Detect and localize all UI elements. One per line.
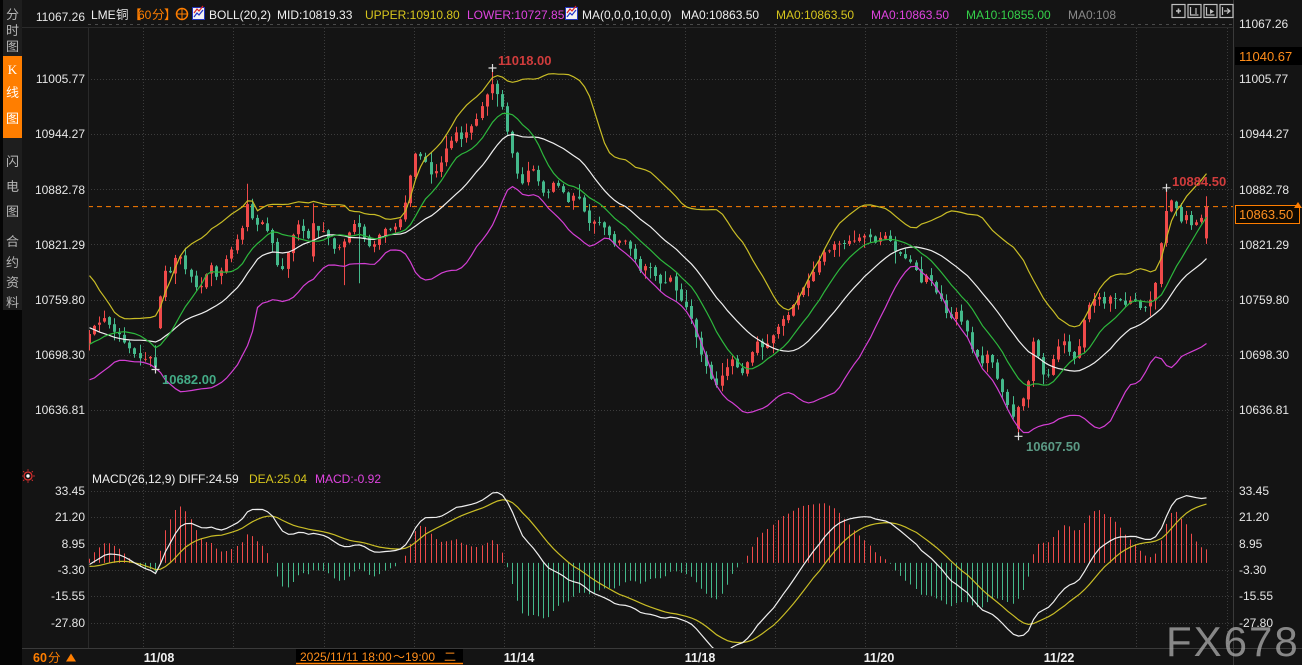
- svg-text:MID:10819.33: MID:10819.33: [277, 8, 353, 22]
- svg-text:LOWER:10727.85: LOWER:10727.85: [467, 8, 565, 22]
- svg-text:33.45: 33.45: [55, 484, 85, 498]
- svg-text:10884.50: 10884.50: [1172, 174, 1226, 189]
- svg-text:11067.26: 11067.26: [1239, 17, 1288, 31]
- svg-text:8.95: 8.95: [1239, 537, 1263, 551]
- svg-text:60: 60: [138, 8, 152, 22]
- svg-text:60: 60: [33, 651, 47, 665]
- svg-text:11018.00: 11018.00: [498, 53, 552, 68]
- svg-text:UPPER:10910.80: UPPER:10910.80: [365, 8, 460, 22]
- svg-text:K: K: [8, 62, 18, 77]
- svg-text:19:00: 19:00: [405, 650, 435, 664]
- svg-text:MACD(26,12,9) DIFF:24.59: MACD(26,12,9) DIFF:24.59: [92, 472, 239, 486]
- svg-text:11005.77: 11005.77: [1239, 72, 1288, 86]
- svg-text:21.20: 21.20: [55, 510, 85, 524]
- svg-text:11040.67: 11040.67: [1239, 49, 1292, 64]
- svg-text:FX678: FX678: [1166, 618, 1300, 665]
- svg-text:10863.50: 10863.50: [1239, 207, 1293, 222]
- svg-text:11/22: 11/22: [1044, 651, 1075, 665]
- svg-text:10698.30: 10698.30: [35, 348, 85, 362]
- svg-text:10698.30: 10698.30: [1239, 348, 1289, 362]
- svg-text:11/08: 11/08: [144, 651, 175, 665]
- svg-text:10821.29: 10821.29: [1239, 238, 1289, 252]
- svg-text:2025/11/11 18:00: 2025/11/11 18:00: [300, 650, 392, 664]
- svg-text:10682.00: 10682.00: [162, 372, 216, 387]
- svg-text:-3.30: -3.30: [1239, 563, 1267, 577]
- svg-text:-15.55: -15.55: [51, 589, 85, 603]
- svg-text:10944.27: 10944.27: [35, 127, 85, 141]
- svg-text:11/14: 11/14: [504, 651, 535, 665]
- svg-text:-3.30: -3.30: [58, 563, 86, 577]
- svg-text:10759.80: 10759.80: [35, 293, 85, 307]
- svg-text:10636.81: 10636.81: [35, 403, 85, 417]
- svg-text:33.45: 33.45: [1239, 484, 1269, 498]
- svg-text:21.20: 21.20: [1239, 510, 1269, 524]
- svg-text:11005.77: 11005.77: [36, 72, 85, 86]
- svg-text:11/18: 11/18: [685, 651, 716, 665]
- svg-text:11/20: 11/20: [864, 651, 895, 665]
- svg-text:LME: LME: [91, 8, 116, 22]
- svg-text:DEA:25.04: DEA:25.04: [249, 472, 307, 486]
- svg-text:8.95: 8.95: [62, 537, 86, 551]
- svg-text:MA10:10855.00: MA10:10855.00: [966, 8, 1051, 22]
- svg-text:10821.29: 10821.29: [35, 238, 85, 252]
- svg-text:MA0:10863.50: MA0:10863.50: [681, 8, 759, 22]
- svg-text:10882.78: 10882.78: [35, 183, 85, 197]
- svg-text:MA0:10863.50: MA0:10863.50: [776, 8, 854, 22]
- svg-text:MACD:-0.92: MACD:-0.92: [315, 472, 381, 486]
- svg-text:-27.80: -27.80: [51, 616, 85, 630]
- svg-text:10607.50: 10607.50: [1026, 439, 1080, 454]
- svg-text:10759.80: 10759.80: [1239, 293, 1289, 307]
- svg-text:11067.26: 11067.26: [36, 10, 85, 24]
- svg-text:-15.55: -15.55: [1239, 589, 1273, 603]
- svg-text:BOLL(20,2): BOLL(20,2): [209, 8, 271, 22]
- svg-text:10882.78: 10882.78: [1239, 183, 1289, 197]
- svg-text:10944.27: 10944.27: [1239, 127, 1289, 141]
- svg-text:MA(0,0,0,10,0,0): MA(0,0,0,10,0,0): [582, 8, 671, 22]
- svg-text:MA0:10863.50: MA0:10863.50: [871, 8, 949, 22]
- svg-text:10636.81: 10636.81: [1239, 403, 1289, 417]
- svg-text:MA0:108: MA0:108: [1068, 8, 1116, 22]
